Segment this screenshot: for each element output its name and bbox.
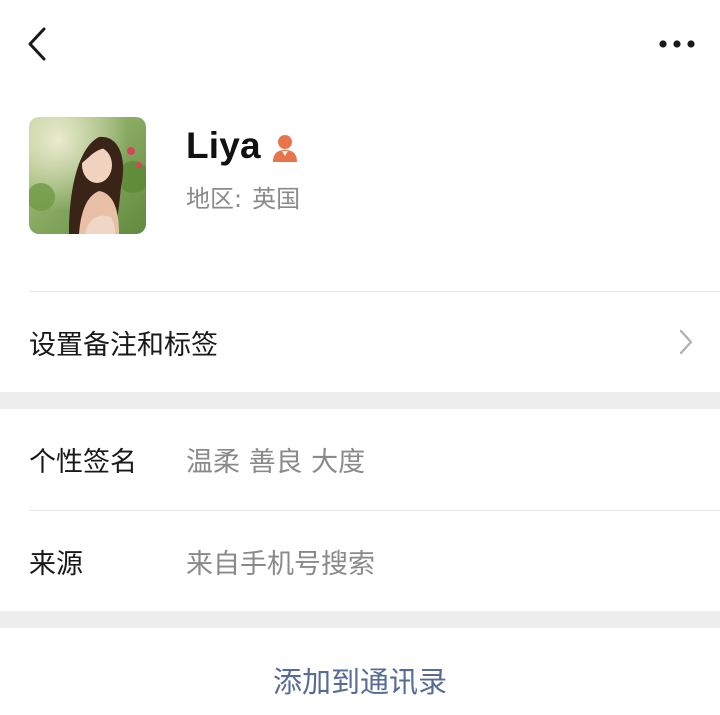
back-button[interactable] <box>22 24 52 64</box>
chevron-right-icon <box>676 326 696 358</box>
female-icon <box>272 135 297 162</box>
add-to-contacts-label: 添加到通讯录 <box>272 664 447 699</box>
name-row: Liya <box>186 122 299 170</box>
signature-value: 温柔 善良 大度 <box>186 447 366 478</box>
set-remark-tags-row[interactable]: 设置备注和标签 <box>0 292 720 392</box>
region-value: 英国 <box>252 184 301 213</box>
contact-name: Liya <box>186 125 261 166</box>
set-remark-tags-label: 设置备注和标签 <box>29 329 218 361</box>
source-label: 来源 <box>29 548 83 580</box>
source-row: 来源 来自手机号搜索 <box>0 511 720 611</box>
region-info: 地区: 英国 <box>186 180 301 213</box>
region-label: 地区: <box>186 184 243 213</box>
profile-header-card: Liya 地区: 英国 设置备注和标签 <box>0 0 720 392</box>
info-card: 个性签名 温柔 善良 大度 来源 来自手机号搜索 <box>0 409 720 611</box>
source-value: 来自手机号搜索 <box>186 548 375 580</box>
signature-label: 个性签名 <box>29 447 137 478</box>
add-to-contacts-button[interactable]: 添加到通讯录 <box>0 628 720 715</box>
more-dots-icon <box>659 40 695 48</box>
contact-profile-screen: Liya 地区: 英国 设置备注和标签 个性签名 温柔 善良 大度 来源 来自手… <box>0 0 720 715</box>
signature-row: 个性签名 温柔 善良 大度 <box>0 409 720 510</box>
chevron-left-icon <box>28 27 46 61</box>
avatar[interactable] <box>29 117 146 234</box>
avatar-photo <box>29 117 146 234</box>
more-button[interactable] <box>652 28 702 60</box>
